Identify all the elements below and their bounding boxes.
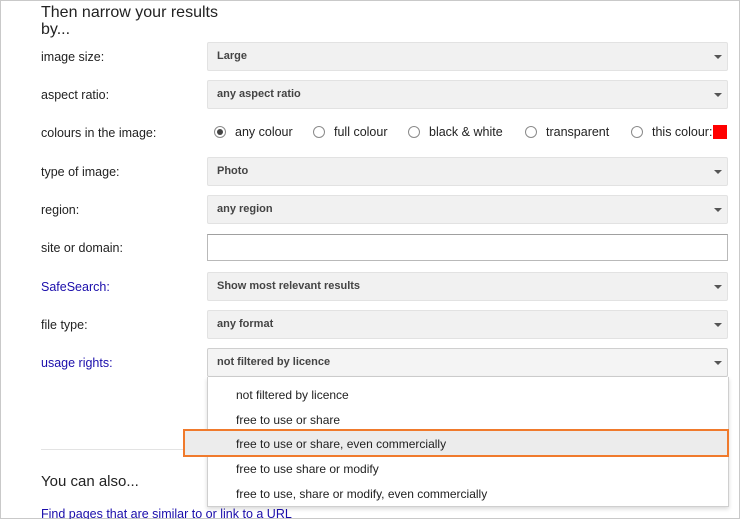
site-domain-label: site or domain: (41, 241, 123, 255)
radio-label: transparent (546, 125, 610, 139)
radio-checked-icon (214, 126, 226, 138)
radio-label: this colour: (652, 125, 713, 139)
radio-icon (313, 126, 325, 138)
region-label: region: (41, 203, 80, 217)
usage-option-free-use-share[interactable]: free to use or share (236, 413, 340, 427)
radio-this-colour[interactable]: this colour: (631, 124, 728, 140)
colour-swatch[interactable] (713, 125, 728, 139)
chevron-down-icon (714, 208, 722, 212)
aspect-ratio-value: any aspect ratio (217, 88, 301, 100)
usage-option-not-filtered[interactable]: not filtered by licence (236, 388, 349, 402)
image-size-value: Large (217, 50, 247, 62)
radio-icon (525, 126, 537, 138)
usage-rights-link[interactable]: usage rights: (41, 356, 113, 370)
section-heading: Then narrow your results by... (41, 4, 218, 38)
usage-rights-value: not filtered by licence (217, 356, 331, 368)
chevron-down-icon (714, 361, 722, 365)
file-type-label: file type: (41, 318, 88, 332)
safesearch-link[interactable]: SafeSearch: (41, 280, 110, 294)
aspect-ratio-label: aspect ratio: (41, 88, 110, 102)
chevron-down-icon (714, 93, 722, 97)
region-select[interactable]: any region (207, 195, 728, 224)
file-type-select[interactable]: any format (207, 310, 728, 339)
image-size-label: image size: (41, 50, 105, 64)
type-of-image-label: type of image: (41, 165, 120, 179)
radio-transparent[interactable]: transparent (525, 124, 609, 140)
file-type-value: any format (217, 318, 274, 330)
usage-option-free-commercial[interactable]: free to use or share, even commercially (236, 437, 446, 451)
site-domain-input[interactable] (207, 234, 728, 261)
you-can-also-heading: You can also... (41, 473, 139, 490)
chevron-down-icon (714, 285, 722, 289)
usage-option-free-modify-commercial[interactable]: free to use, share or modify, even comme… (236, 487, 487, 501)
chevron-down-icon (714, 323, 722, 327)
radio-label: any colour (235, 125, 293, 139)
radio-icon (631, 126, 643, 138)
radio-black-white[interactable]: black & white (408, 124, 503, 140)
region-value: any region (217, 203, 273, 215)
colours-label: colours in the image: (41, 126, 157, 140)
image-size-select[interactable]: Large (207, 42, 728, 71)
chevron-down-icon (714, 55, 722, 59)
usage-rights-select[interactable]: not filtered by licence (207, 348, 728, 377)
usage-option-free-modify[interactable]: free to use share or modify (236, 462, 379, 476)
radio-label: black & white (429, 125, 503, 139)
safesearch-value: Show most relevant results (217, 280, 361, 292)
radio-any-colour[interactable]: any colour (214, 124, 293, 140)
find-similar-pages-link[interactable]: Find pages that are similar to or link t… (41, 507, 292, 519)
radio-icon (408, 126, 420, 138)
type-of-image-value: Photo (217, 165, 249, 177)
aspect-ratio-select[interactable]: any aspect ratio (207, 80, 728, 109)
safesearch-select[interactable]: Show most relevant results (207, 272, 728, 301)
divider (41, 449, 191, 450)
radio-label: full colour (334, 125, 388, 139)
chevron-down-icon (714, 170, 722, 174)
type-of-image-select[interactable]: Photo (207, 157, 728, 186)
radio-full-colour[interactable]: full colour (313, 124, 388, 140)
